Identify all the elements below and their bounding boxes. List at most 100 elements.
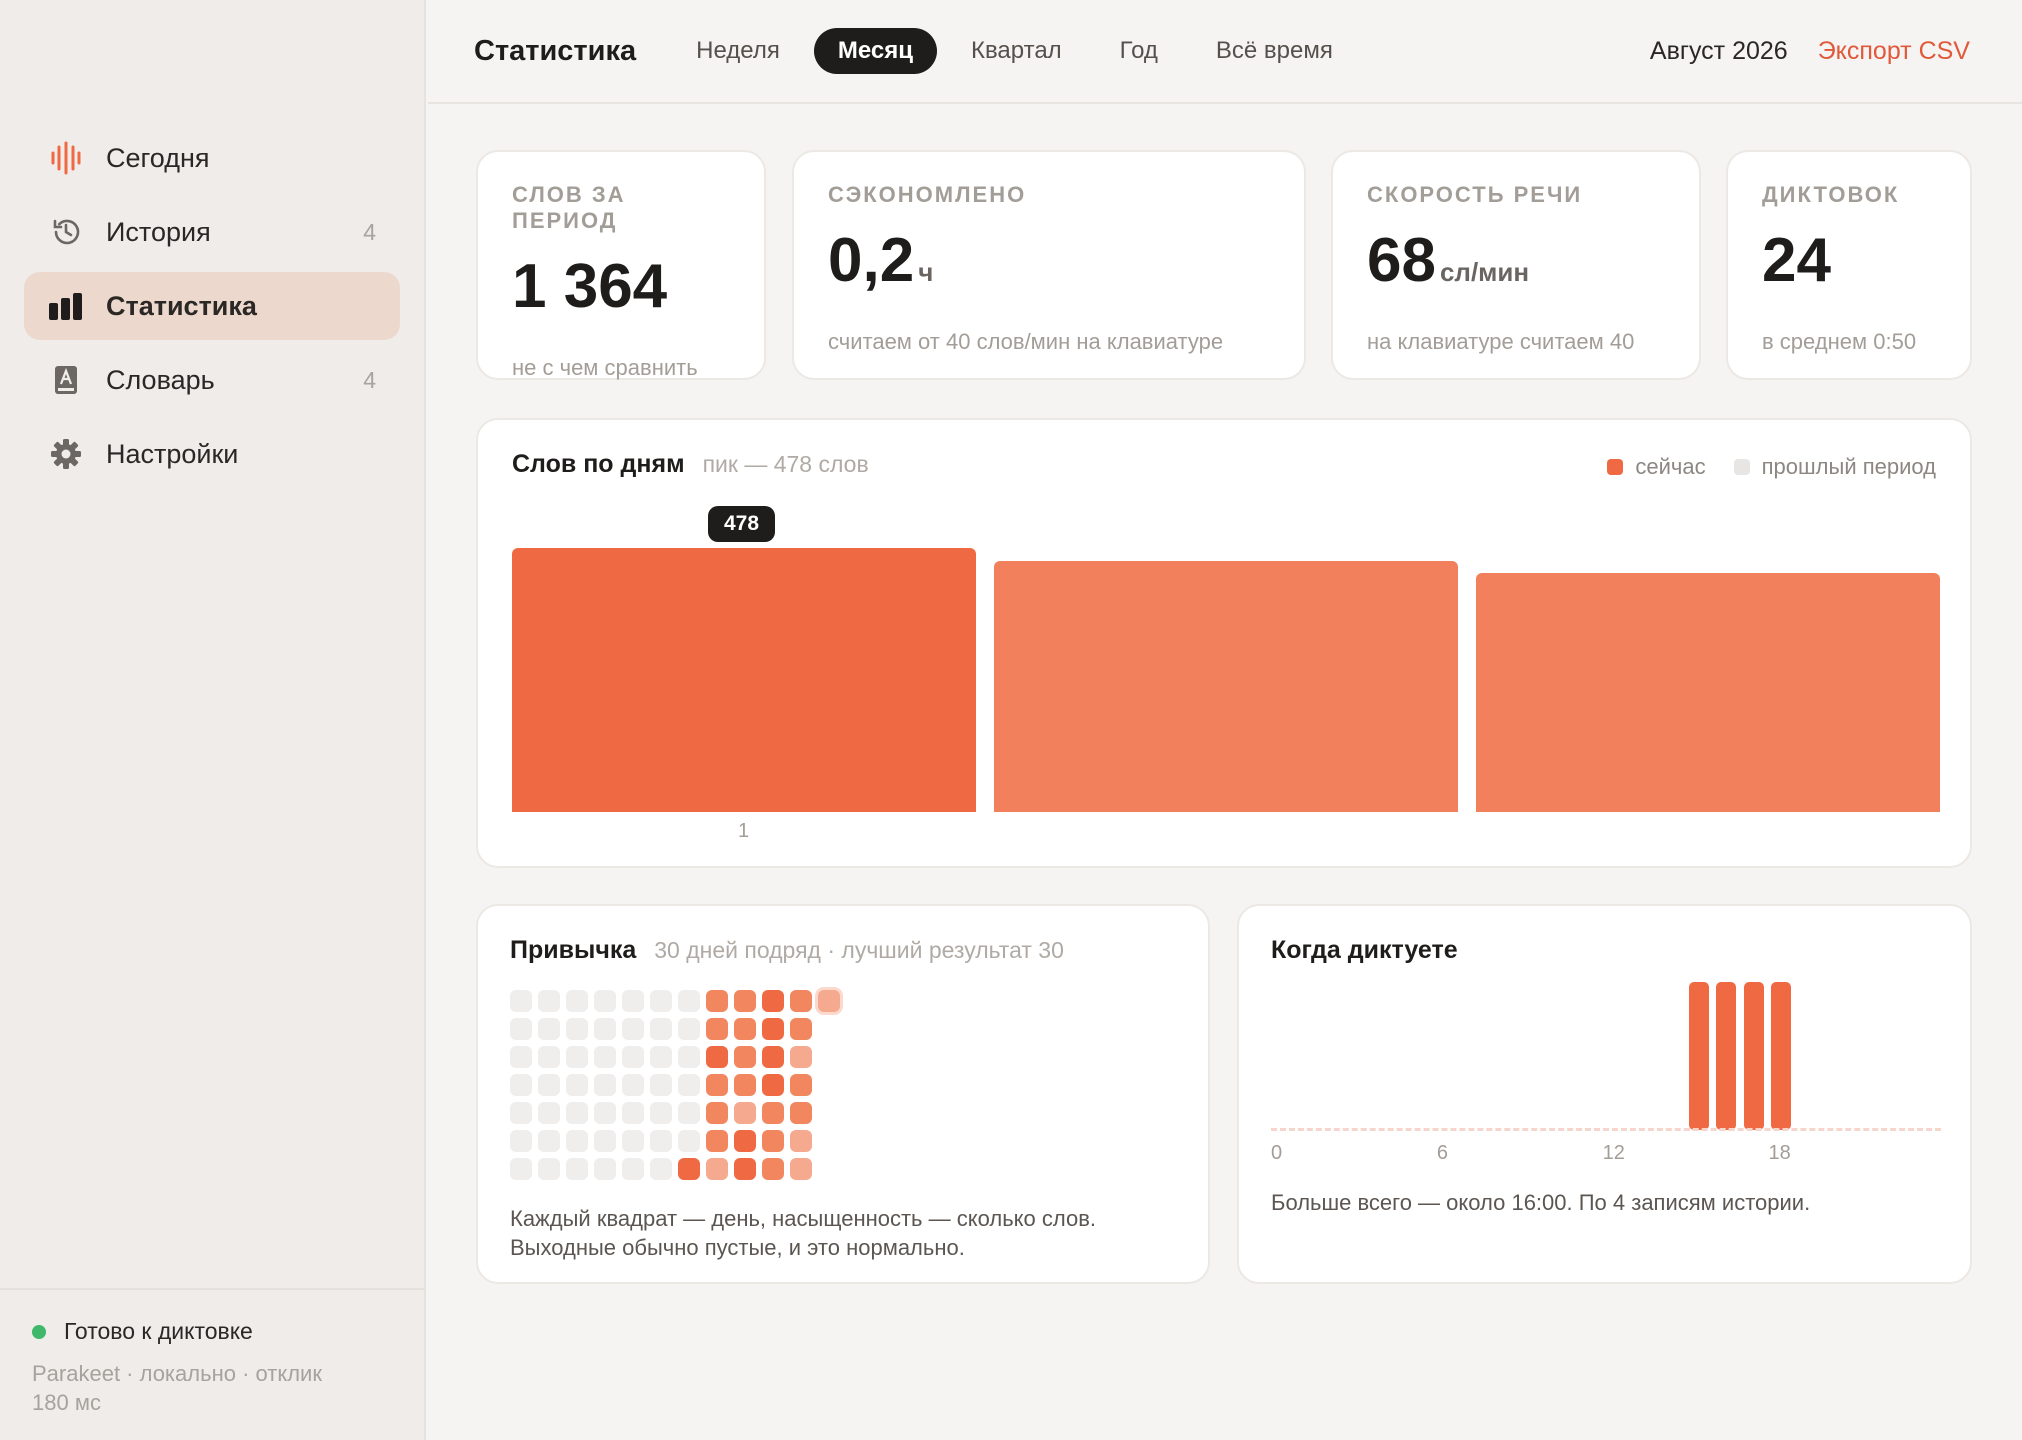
habit-cell: [678, 1046, 700, 1068]
habit-card: Привычка 30 дней подряд · лучший результ…: [476, 904, 1210, 1284]
sidebar-item-count: 4: [363, 218, 376, 245]
hours-baseline: [1271, 1128, 1941, 1131]
habit-cell: [706, 1074, 728, 1096]
habit-cell: [650, 1102, 672, 1124]
stat-card-saved: СЭКОНОМЛЕНО 0,2 ч считаем от 40 слов/мин …: [792, 150, 1306, 380]
stat-unit: сл/мин: [1439, 257, 1530, 287]
habit-cell: [622, 990, 644, 1012]
habit-cell: [510, 1158, 532, 1180]
habit-cell: [566, 1158, 588, 1180]
habit-description-line: Выходные обычно пустые, и это нормально.: [510, 1235, 965, 1260]
stat-note: на клавиатуре считаем 40: [1367, 329, 1635, 354]
habit-cell: [678, 1158, 700, 1180]
stat-label: ДИКТОВОК: [1762, 182, 1900, 207]
chart-bar[interactable]: [1476, 573, 1940, 812]
export-csv-button[interactable]: Экспорт CSV: [1818, 37, 1970, 66]
habit-cell: [678, 1018, 700, 1040]
stat-label: СЛОВ ЗА ПЕРИОД: [512, 182, 626, 233]
stat-card-speed: СКОРОСТЬ РЕЧИ 68 сл/мин на клавиатуре счи…: [1331, 150, 1701, 380]
status-detail: Parakeet · локально · отклик 180 мс: [32, 1361, 322, 1415]
sidebar-item-statistics[interactable]: Статистика: [24, 272, 400, 340]
habit-cell: [790, 1074, 812, 1096]
habit-cell: [650, 1074, 672, 1096]
habit-cell: [538, 1102, 560, 1124]
x-tick-label: 1: [738, 820, 750, 842]
bar-chart-icon: [48, 288, 84, 324]
gear-icon: [48, 436, 84, 472]
habit-description: Каждый квадрат — день, насыщенность — ск…: [510, 1204, 1190, 1262]
tab-month[interactable]: Месяц: [813, 28, 937, 74]
status-dot: [32, 1324, 46, 1339]
habit-cell: [706, 1158, 728, 1180]
page-title: Статистика: [474, 34, 637, 67]
dictionary-icon: [48, 362, 84, 398]
habit-cell: [510, 1130, 532, 1152]
hours-header: Когда диктуете: [1271, 936, 1458, 965]
stat-number: 68: [1367, 226, 1436, 295]
hour-bar: [1688, 982, 1709, 1130]
hour-tick-label: 18: [1768, 1142, 1791, 1164]
habit-cell: [790, 1130, 812, 1152]
habit-cell: [734, 990, 756, 1012]
sidebar-item-count: 4: [363, 366, 376, 393]
sidebar-item-today[interactable]: Сегодня: [24, 124, 400, 192]
sidebar-item-label: Сегодня: [106, 142, 210, 173]
habit-cell: [622, 1130, 644, 1152]
stat-number: 24: [1762, 226, 1831, 295]
status-label: Готово к диктовке: [64, 1318, 253, 1344]
habit-cell: [594, 1018, 616, 1040]
habit-cell: [622, 1074, 644, 1096]
stat-value: 24: [1762, 230, 1938, 303]
tab-quarter[interactable]: Квартал: [947, 28, 1086, 74]
habit-cell: [650, 1158, 672, 1180]
habit-cell: [790, 990, 812, 1012]
top-bar: Статистика Неделя Месяц Квартал Год Всё …: [428, 0, 2022, 104]
habit-cell: [706, 1046, 728, 1068]
habit-cell: [622, 1158, 644, 1180]
sidebar-item-label: Настройки: [106, 438, 239, 469]
sidebar-item-settings[interactable]: Настройки: [24, 420, 400, 488]
stat-note: считаем от 40 слов/мин на клавиатуре: [828, 329, 1224, 354]
habit-cell: [538, 990, 560, 1012]
habit-cell: [706, 1018, 728, 1040]
habit-cell: [790, 1046, 812, 1068]
stat-value: 0,2 ч: [828, 230, 1272, 303]
sidebar-item-history[interactable]: История 4: [24, 198, 400, 266]
tab-week[interactable]: Неделя: [672, 28, 804, 74]
habit-cell: [566, 1130, 588, 1152]
dictation-hours-card: Когда диктуете 0 6 12 18 Больше всего — око…: [1237, 904, 1972, 1284]
habit-cell: [622, 1102, 644, 1124]
chart-bar[interactable]: [512, 548, 976, 812]
habit-header: Привычка 30 дней подряд · лучший результ…: [510, 936, 1064, 965]
habit-cell: [510, 1018, 532, 1040]
habit-cell: [734, 1130, 756, 1152]
habit-cell: [594, 990, 616, 1012]
waveform-icon: [48, 140, 84, 176]
hour-tick-label: 12: [1602, 1142, 1625, 1164]
habit-cell: [594, 1158, 616, 1180]
habit-cell: [734, 1018, 756, 1040]
habit-cell: [734, 1102, 756, 1124]
habit-cell: [706, 1130, 728, 1152]
stat-note: не с чем сравнить: [512, 355, 698, 380]
bar-chart-plot: 1 478: [512, 420, 1940, 870]
habit-cell: [762, 1102, 784, 1124]
habit-cell: [734, 1046, 756, 1068]
habit-cell: [594, 1074, 616, 1096]
habit-cell: [594, 1046, 616, 1068]
habit-cell: [622, 1018, 644, 1040]
sidebar-item-dictionary[interactable]: Словарь 4: [24, 346, 400, 414]
habit-cell: [734, 1074, 756, 1096]
stat-value: 68 сл/мин: [1367, 230, 1667, 303]
tab-all-time[interactable]: Всё время: [1192, 28, 1357, 74]
habit-cell: [762, 1046, 784, 1068]
habit-cell: [650, 1018, 672, 1040]
tab-year[interactable]: Год: [1096, 28, 1182, 74]
hour-bar: [1771, 982, 1792, 1130]
habit-cell: [762, 990, 784, 1012]
habit-cell: [762, 1074, 784, 1096]
chart-bar[interactable]: [994, 561, 1458, 812]
habit-cell: [538, 1074, 560, 1096]
stat-card-dictations: ДИКТОВОК 24 в среднем 0:50: [1726, 150, 1972, 380]
habit-cell: [650, 990, 672, 1012]
